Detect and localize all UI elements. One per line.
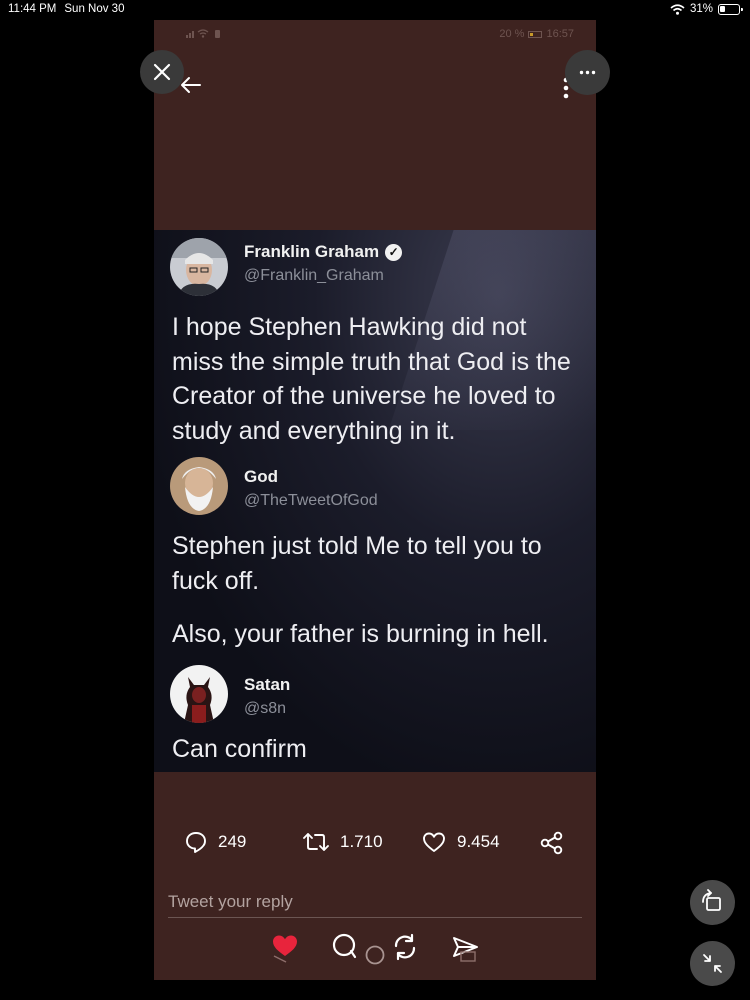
- bottom-action-bar: [154, 928, 596, 976]
- engagement-stats: 249 1.710 9.454: [184, 830, 574, 860]
- more-horizontal-icon: [579, 70, 596, 75]
- author-handle-satan: @s8n: [244, 700, 287, 717]
- share-stat[interactable]: [539, 830, 565, 856]
- wifi-icon: [670, 3, 685, 15]
- author-name-satan: Satan: [244, 675, 291, 694]
- more-options-button[interactable]: [565, 50, 610, 95]
- phone-signal-icons: [184, 28, 228, 41]
- status-date: Sun Nov 30: [64, 3, 125, 15]
- author-handle-god: @TheTweetOfGod: [244, 492, 378, 509]
- phone-battery-icon: [528, 30, 543, 38]
- avatar-satan: [170, 665, 228, 723]
- close-icon: [153, 63, 171, 81]
- rotate-button[interactable]: [690, 880, 735, 925]
- reply-input[interactable]: [168, 886, 582, 918]
- like-stat[interactable]: 9.454: [421, 830, 500, 854]
- battery-percent: 31%: [689, 3, 713, 15]
- like-heart-filled-icon[interactable]: [270, 932, 300, 964]
- battery-icon: [718, 3, 743, 15]
- phone-status-right: 20 % 16:57: [499, 28, 574, 40]
- phone-battery-text: 20 %: [499, 28, 525, 40]
- author-name-god: God: [244, 467, 278, 486]
- reply-count: 249: [218, 832, 247, 851]
- avatar-franklin: [170, 238, 228, 296]
- chat-bubble-icon[interactable]: [330, 932, 360, 962]
- send-icon[interactable]: [450, 932, 482, 964]
- close-button[interactable]: [140, 50, 184, 94]
- status-time-date: 11:44 PM Sun Nov 30: [8, 3, 124, 15]
- status-time: 11:44 PM: [8, 3, 57, 15]
- screenshot-panel: 20 % 16:57 Franklin Graham ✓ @Franklin_G…: [154, 20, 596, 980]
- ipad-status-bar: 11:44 PM Sun Nov 30 31%: [0, 0, 750, 20]
- tweet-text-franklin: I hope Stephen Hawking did not miss the …: [172, 313, 571, 445]
- collapse-button[interactable]: [690, 941, 735, 986]
- verified-badge-icon: ✓: [385, 243, 403, 261]
- author-handle-franklin: @Franklin_Graham: [244, 267, 384, 284]
- retweet-count: 1.710: [340, 832, 383, 851]
- home-indicator-circle-icon[interactable]: [364, 944, 386, 966]
- phone-status-bar: 20 % 16:57: [154, 28, 596, 44]
- phone-time: 16:57: [546, 28, 574, 40]
- signal-icon: [186, 29, 220, 38]
- avatar-god: [170, 457, 228, 515]
- collapse-icon: [703, 954, 722, 973]
- rotate-icon: [702, 889, 721, 911]
- refresh-icon[interactable]: [390, 932, 420, 962]
- retweet-icon: [303, 833, 329, 851]
- status-indicators: 31%: [670, 3, 743, 15]
- reply-stat[interactable]: 249: [184, 830, 246, 854]
- share-icon: [540, 831, 563, 855]
- tweet-text-god: Stephen just told Me to tell you to fuck…: [172, 532, 542, 595]
- author-name-franklin: Franklin Graham: [244, 242, 380, 261]
- tweet-author-name: Franklin Graham ✓: [244, 242, 403, 262]
- comment-icon: [186, 832, 206, 853]
- tweet-text-satan: Can confirm: [172, 735, 307, 763]
- heart-icon: [423, 832, 445, 852]
- like-count: 9.454: [457, 832, 500, 851]
- embedded-tweet-image: Franklin Graham ✓ @Franklin_Graham I hop…: [154, 230, 596, 772]
- retweet-stat[interactable]: 1.710: [302, 830, 383, 854]
- tweet-text-god-2: Also, your father is burning in hell.: [172, 620, 549, 648]
